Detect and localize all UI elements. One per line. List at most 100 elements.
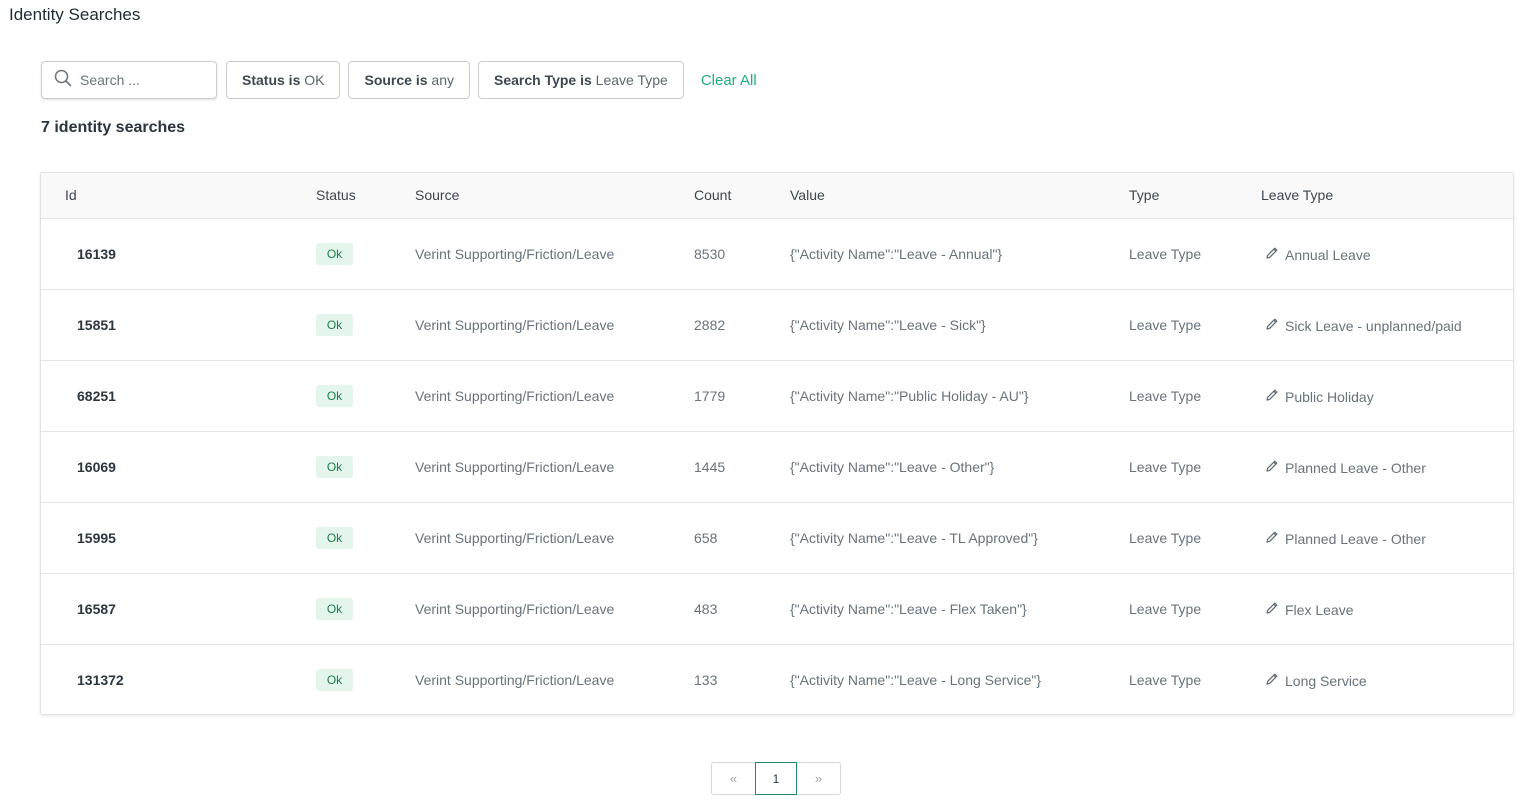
status-filter-chip[interactable]: Status is OK (226, 61, 341, 99)
row-source: Verint Supporting/Friction/Leave (415, 246, 615, 262)
previous-page-button[interactable]: « (712, 763, 755, 794)
row-type: Leave Type (1129, 317, 1202, 333)
table-header: Id Status Source Count Value Type Leave … (41, 173, 1513, 219)
row-id: 15851 (77, 317, 116, 333)
chip-key: Source is (364, 72, 428, 88)
row-count: 1779 (694, 388, 726, 404)
table-row[interactable]: 16069 Ok Verint Supporting/Friction/Leave 1… (41, 432, 1513, 503)
page-title: Identity Searches (9, 5, 141, 24)
row-value: {"Activity Name":"Leave - Sick"} (790, 317, 986, 333)
table-row[interactable]: 16587 Ok Verint Supporting/Friction/Leave 4… (41, 574, 1513, 645)
column-header-status[interactable]: Status (316, 187, 356, 203)
column-header-value[interactable]: Value (790, 187, 825, 203)
status-badge: Ok (316, 243, 353, 265)
pencil-icon[interactable] (1265, 601, 1285, 618)
column-header-count[interactable]: Count (694, 187, 731, 203)
row-value: {"Activity Name":"Leave - Long Service"} (790, 672, 1041, 688)
row-leave-type[interactable]: Flex Leave (1265, 601, 1353, 618)
column-header-id[interactable]: Id (65, 187, 77, 203)
table-body: 16139 Ok Verint Supporting/Friction/Leave 8… (41, 219, 1513, 714)
leave-type-label: Planned Leave - Other (1285, 459, 1426, 476)
row-value: {"Activity Name":"Leave - TL Approved"} (790, 530, 1038, 546)
status-badge: Ok (316, 598, 353, 620)
page-1-button[interactable]: 1 (755, 762, 797, 795)
status-badge: Ok (316, 456, 353, 478)
row-count: 133 (694, 672, 718, 688)
row-count: 658 (694, 530, 718, 546)
status-badge: Ok (316, 385, 353, 407)
pencil-icon[interactable] (1265, 388, 1285, 405)
row-source: Verint Supporting/Friction/Leave (415, 388, 615, 404)
column-header-leave-type[interactable]: Leave Type (1261, 187, 1333, 203)
leave-type-label: Sick Leave - unplanned/paid (1285, 317, 1462, 334)
column-header-type[interactable]: Type (1129, 187, 1159, 203)
row-source: Verint Supporting/Friction/Leave (415, 601, 615, 617)
row-count: 483 (694, 601, 718, 617)
leave-type-label: Annual Leave (1285, 246, 1371, 263)
row-id: 68251 (77, 388, 116, 404)
search-type-filter-chip[interactable]: Search Type is Leave Type (477, 61, 684, 99)
chip-value: Leave Type (595, 72, 668, 88)
next-page-button[interactable]: » (797, 763, 840, 794)
row-type: Leave Type (1129, 530, 1202, 546)
leave-type-label: Long Service (1285, 672, 1367, 689)
table-row[interactable]: 131372 Ok Verint Supporting/Friction/Leave… (41, 645, 1513, 714)
row-source: Verint Supporting/Friction/Leave (415, 672, 615, 688)
search-box[interactable] (41, 61, 217, 99)
row-id: 16587 (77, 601, 116, 617)
row-id: 15995 (77, 530, 116, 546)
leave-type-label: Flex Leave (1285, 601, 1354, 618)
chip-key: Search Type is (493, 72, 592, 88)
row-type: Leave Type (1129, 672, 1202, 688)
pencil-icon[interactable] (1265, 459, 1285, 476)
row-id: 16069 (77, 459, 116, 475)
row-leave-type[interactable]: Long Service (1265, 672, 1367, 689)
row-count: 8530 (694, 246, 726, 262)
row-leave-type[interactable]: Public Holiday (1265, 388, 1374, 405)
row-source: Verint Supporting/Friction/Leave (415, 459, 615, 475)
row-leave-type[interactable]: Annual Leave (1265, 246, 1371, 263)
row-value: {"Activity Name":"Public Holiday - AU"} (790, 388, 1029, 404)
status-badge: Ok (316, 527, 353, 549)
pencil-icon[interactable] (1265, 246, 1285, 263)
status-badge: Ok (316, 669, 353, 691)
source-filter-chip[interactable]: Source is any (348, 61, 470, 99)
search-input[interactable] (80, 72, 200, 88)
table-row[interactable]: 68251 Ok Verint Supporting/Friction/Leave 1… (41, 361, 1513, 432)
row-type: Leave Type (1129, 459, 1202, 475)
identity-searches-table: Id Status Source Count Value Type Leave … (40, 172, 1514, 715)
leave-type-label: Public Holiday (1285, 388, 1374, 405)
pencil-icon[interactable] (1265, 530, 1285, 547)
leave-type-label: Planned Leave - Other (1285, 530, 1426, 547)
chip-value: OK (304, 72, 325, 88)
row-id: 131372 (77, 672, 124, 688)
table-row[interactable]: 15995 Ok Verint Supporting/Friction/Leave 6… (41, 503, 1513, 574)
table-row[interactable]: 15851 Ok Verint Supporting/Friction/Leave 2… (41, 290, 1513, 361)
pagination: « 1 » (711, 762, 841, 795)
row-value: {"Activity Name":"Leave - Other"} (790, 459, 995, 475)
column-header-source[interactable]: Source (415, 187, 459, 203)
row-leave-type[interactable]: Sick Leave - unplanned/paid (1265, 317, 1462, 334)
results-count: 7 identity searches (41, 119, 186, 136)
row-source: Verint Supporting/Friction/Leave (415, 530, 615, 546)
row-value: {"Activity Name":"Leave - Flex Taken"} (790, 601, 1027, 617)
pencil-icon[interactable] (1265, 317, 1285, 334)
row-leave-type[interactable]: Planned Leave - Other (1265, 459, 1426, 476)
row-source: Verint Supporting/Friction/Leave (415, 317, 615, 333)
row-count: 1445 (694, 459, 726, 475)
status-badge: Ok (316, 314, 353, 336)
row-leave-type[interactable]: Planned Leave - Other (1265, 530, 1426, 547)
table-row[interactable]: 16139 Ok Verint Supporting/Friction/Leave 8… (41, 219, 1513, 290)
search-icon (54, 69, 72, 92)
chip-key: Status is (242, 72, 301, 88)
chip-value: any (431, 72, 454, 88)
filter-bar: Status is OK Source is any Search Type i… (41, 61, 757, 99)
row-type: Leave Type (1129, 388, 1202, 404)
pencil-icon[interactable] (1265, 672, 1285, 689)
row-id: 16139 (77, 246, 116, 262)
row-value: {"Activity Name":"Leave - Annual"} (790, 246, 1003, 262)
row-type: Leave Type (1129, 601, 1202, 617)
row-type: Leave Type (1129, 246, 1202, 262)
row-count: 2882 (694, 317, 726, 333)
clear-all-link[interactable]: Clear All (701, 72, 757, 89)
